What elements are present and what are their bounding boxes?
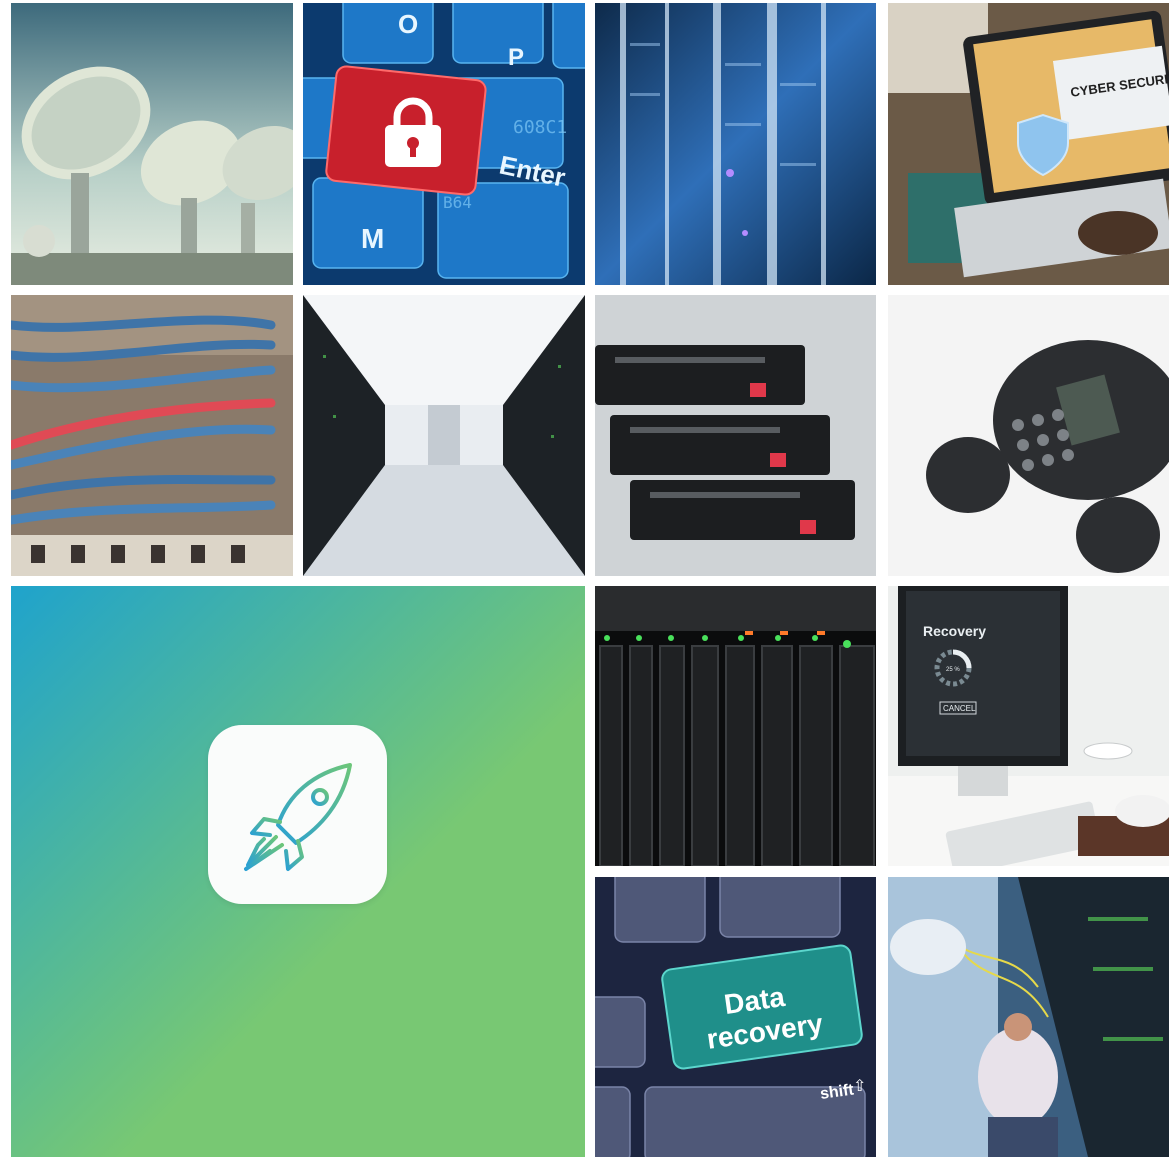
cyber-security-laptop-image: CYBER SECURITY bbox=[888, 3, 1169, 285]
keyboard-lock-image: O P Enter M 608C1 B64 bbox=[303, 3, 585, 285]
hard-drives-image bbox=[595, 295, 876, 576]
key-p-label: P bbox=[508, 44, 524, 71]
conference-phone-image bbox=[888, 295, 1169, 576]
server-rack-image bbox=[595, 3, 876, 285]
rocket-icon bbox=[244, 763, 352, 871]
server-corridor-image bbox=[303, 295, 585, 576]
recovery-cancel-label: CANCEL bbox=[943, 704, 976, 713]
drive-bays-image bbox=[595, 586, 876, 866]
recovery-title: Recovery bbox=[923, 623, 986, 639]
app-icon[interactable] bbox=[208, 725, 387, 904]
recovery-progress-label: 25 % bbox=[946, 667, 960, 673]
technician-servers-image bbox=[888, 877, 1169, 1157]
feature-gradient-tile bbox=[11, 586, 585, 1157]
shift-arrow-icon: ⇧ bbox=[853, 1078, 866, 1095]
data-recovery-key-image: Data recovery shift ⇧ bbox=[595, 877, 876, 1157]
satellite-dishes-image bbox=[11, 3, 293, 285]
hex-text-2: B64 bbox=[443, 193, 472, 212]
hex-text-1: 608C1 bbox=[513, 117, 567, 138]
key-m-label: M bbox=[361, 223, 384, 254]
key-o-label: O bbox=[398, 9, 418, 39]
recovery-monitor-image: Recovery 25 % CANCEL bbox=[888, 586, 1169, 866]
network-cables-image bbox=[11, 295, 293, 576]
